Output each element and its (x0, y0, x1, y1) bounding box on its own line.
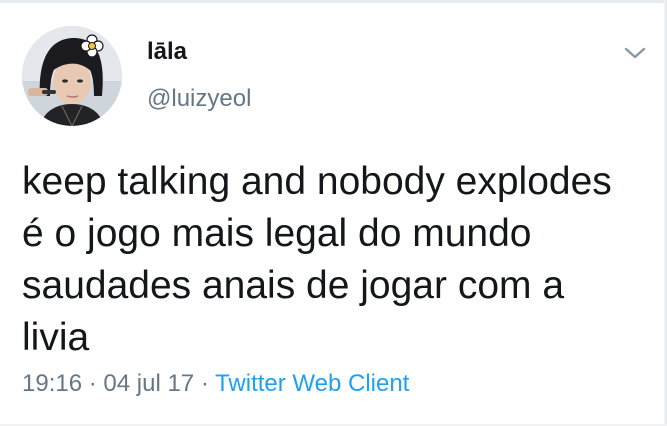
tweet-text-line: keep talking and nobody explodes (22, 160, 612, 203)
meta-separator: · (88, 370, 97, 397)
avatar-photo-icon (22, 26, 122, 126)
tweet-text-line: saudades anais de jogar com a (22, 264, 565, 307)
chevron-down-icon[interactable] (620, 41, 650, 65)
tweet-text-line: é o jogo mais legal do mundo (22, 212, 532, 255)
meta-separator: · (200, 370, 209, 397)
display-name[interactable]: lāla (147, 38, 187, 66)
tweet-card: lāla @luizyeol keep talking and nobody e… (0, 0, 667, 426)
tweet-meta: 19:16 · 04 jul 17 · Twitter Web Client (22, 370, 409, 398)
tweet-date[interactable]: 04 jul 17 (103, 370, 194, 397)
avatar[interactable] (22, 26, 122, 126)
tweet-time[interactable]: 19:16 (22, 370, 82, 397)
tweet-text-line: livia (22, 316, 90, 359)
user-handle[interactable]: @luizyeol (147, 85, 251, 113)
tweet-text: keep talking and nobody explodes é o jog… (22, 156, 652, 364)
top-divider (0, 0, 667, 3)
tweet-source-link[interactable]: Twitter Web Client (215, 370, 409, 397)
